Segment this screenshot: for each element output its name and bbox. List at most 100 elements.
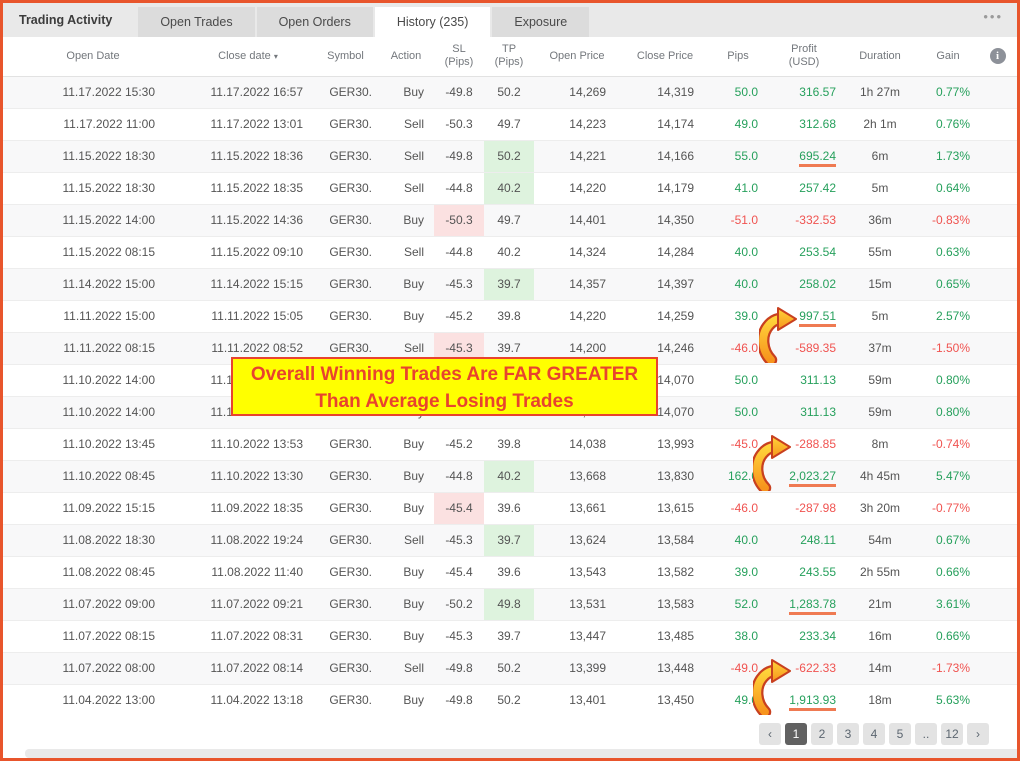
- info-icon[interactable]: i: [990, 48, 1006, 64]
- cell-open-price: 14,221: [534, 140, 620, 172]
- cell-action: Sell: [378, 108, 434, 140]
- cell-spacer: [978, 524, 1017, 556]
- cell-gain: 0.64%: [918, 172, 978, 204]
- cell-spacer: [978, 236, 1017, 268]
- table-row[interactable]: 11.10.2022 08:4511.10.2022 13:30GER30.Bu…: [3, 460, 1017, 492]
- tab-open-orders[interactable]: Open Orders: [257, 7, 373, 37]
- cell-symbol: GER30.: [313, 428, 378, 460]
- pagination-next-button[interactable]: ›: [967, 723, 989, 745]
- table-row[interactable]: 11.10.2022 13:4511.10.2022 13:53GER30.Bu…: [3, 428, 1017, 460]
- cell-pips: -46.0: [710, 332, 766, 364]
- cell-close-price: 14,397: [620, 268, 710, 300]
- cell-open-date: 11.15.2022 08:15: [3, 236, 183, 268]
- table-row[interactable]: 11.08.2022 08:4511.08.2022 11:40GER30.Bu…: [3, 556, 1017, 588]
- col-header-symbol[interactable]: Symbol: [313, 37, 378, 76]
- col-header-close-date[interactable]: Close date ▾: [183, 37, 313, 76]
- cell-spacer: [978, 108, 1017, 140]
- pagination-prev-button[interactable]: ‹: [759, 723, 781, 745]
- col-header-sl[interactable]: SL(Pips): [434, 37, 484, 76]
- cell-sl-pips: -44.8: [434, 172, 484, 204]
- tab-exposure[interactable]: Exposure: [492, 7, 589, 37]
- table-row[interactable]: 11.17.2022 15:3011.17.2022 16:57GER30.Bu…: [3, 76, 1017, 108]
- col-header-tp[interactable]: TP(Pips): [484, 37, 534, 76]
- table-row[interactable]: 11.11.2022 15:0011.11.2022 15:05GER30.Bu…: [3, 300, 1017, 332]
- pagination-page-4[interactable]: 4: [863, 723, 885, 745]
- horizontal-scrollbar[interactable]: [25, 749, 1017, 758]
- curved-arrow-icon: [759, 305, 797, 368]
- tab-open-trades[interactable]: Open Trades: [138, 7, 254, 37]
- cell-close-date: 11.08.2022 11:40: [183, 556, 313, 588]
- cell-tp-pips: 40.2: [484, 460, 534, 492]
- cell-close-date: 11.04.2022 13:18: [183, 684, 313, 716]
- pagination-page-5[interactable]: 5: [889, 723, 911, 745]
- table-row[interactable]: 11.09.2022 15:1511.09.2022 18:35GER30.Bu…: [3, 492, 1017, 524]
- cell-close-price: 14,166: [620, 140, 710, 172]
- cell-close-date: 11.15.2022 18:36: [183, 140, 313, 172]
- pagination-page-1[interactable]: 1: [785, 723, 807, 745]
- col-header-close-price[interactable]: Close Price: [620, 37, 710, 76]
- cell-sl-pips: -45.3: [434, 524, 484, 556]
- cell-spacer: [978, 396, 1017, 428]
- col-header-pips[interactable]: Pips: [710, 37, 766, 76]
- cell-sl-pips: -45.4: [434, 492, 484, 524]
- cell-duration: 4h 45m: [842, 460, 918, 492]
- table-row[interactable]: 11.07.2022 08:1511.07.2022 08:31GER30.Bu…: [3, 620, 1017, 652]
- cell-open-price: 14,220: [534, 172, 620, 204]
- ellipsis-menu-icon[interactable]: •••: [983, 9, 1003, 24]
- cell-duration: 18m: [842, 684, 918, 716]
- cell-profit: 243.55: [766, 556, 842, 588]
- table-row[interactable]: 11.15.2022 14:0011.15.2022 14:36GER30.Bu…: [3, 204, 1017, 236]
- cell-close-price: 13,993: [620, 428, 710, 460]
- cell-symbol: GER30.: [313, 588, 378, 620]
- cell-open-date: 11.08.2022 18:30: [3, 524, 183, 556]
- table-row[interactable]: 11.07.2022 08:0011.07.2022 08:14GER30.Se…: [3, 652, 1017, 684]
- cell-pips: 52.0: [710, 588, 766, 620]
- pagination-page-3[interactable]: 3: [837, 723, 859, 745]
- col-header-open-date[interactable]: Open Date: [3, 37, 183, 76]
- table-row[interactable]: 11.08.2022 18:3011.08.2022 19:24GER30.Se…: [3, 524, 1017, 556]
- cell-sl-pips: -49.8: [434, 140, 484, 172]
- cell-duration: 3h 20m: [842, 492, 918, 524]
- cell-tp-pips: 50.2: [484, 76, 534, 108]
- cell-gain: 0.80%: [918, 364, 978, 396]
- cell-close-price: 13,583: [620, 588, 710, 620]
- cell-close-price: 13,830: [620, 460, 710, 492]
- highlighted-profit-value: 1,283.78: [789, 597, 836, 615]
- cell-close-date: 11.07.2022 09:21: [183, 588, 313, 620]
- cell-close-date: 11.15.2022 18:35: [183, 172, 313, 204]
- table-row[interactable]: 11.15.2022 18:3011.15.2022 18:35GER30.Se…: [3, 172, 1017, 204]
- table-row[interactable]: 11.14.2022 15:0011.14.2022 15:15GER30.Bu…: [3, 268, 1017, 300]
- highlighted-profit-value: 997.51: [799, 309, 836, 327]
- cell-sl-pips: -49.8: [434, 684, 484, 716]
- pagination: ‹12345..12›: [3, 716, 1017, 745]
- cell-profit: 253.54: [766, 236, 842, 268]
- tab-history[interactable]: History (235): [375, 7, 491, 37]
- cell-duration: 8m: [842, 428, 918, 460]
- cell-open-date: 11.04.2022 13:00: [3, 684, 183, 716]
- pagination-page-2[interactable]: 2: [811, 723, 833, 745]
- col-header-duration[interactable]: Duration: [842, 37, 918, 76]
- table-row[interactable]: 11.04.2022 13:0011.04.2022 13:18GER30.Bu…: [3, 684, 1017, 716]
- col-header-action[interactable]: Action: [378, 37, 434, 76]
- col-header-open-price[interactable]: Open Price: [534, 37, 620, 76]
- table-row[interactable]: 11.17.2022 11:0011.17.2022 13:01GER30.Se…: [3, 108, 1017, 140]
- cell-open-price: 13,668: [534, 460, 620, 492]
- cell-symbol: GER30.: [313, 460, 378, 492]
- table-row[interactable]: 11.15.2022 18:3011.15.2022 18:36GER30.Se…: [3, 140, 1017, 172]
- cell-tp-pips: 39.8: [484, 300, 534, 332]
- table-row[interactable]: 11.07.2022 09:0011.07.2022 09:21GER30.Bu…: [3, 588, 1017, 620]
- table-row[interactable]: 11.15.2022 08:1511.15.2022 09:10GER30.Se…: [3, 236, 1017, 268]
- cell-close-price: 13,450: [620, 684, 710, 716]
- col-header-gain[interactable]: Gain: [918, 37, 978, 76]
- pagination-page-12[interactable]: 12: [941, 723, 963, 745]
- cell-spacer: [978, 684, 1017, 716]
- cell-close-date: 11.15.2022 14:36: [183, 204, 313, 236]
- cell-tp-pips: 49.8: [484, 588, 534, 620]
- col-header-profit[interactable]: Profit(USD): [766, 37, 842, 76]
- cell-symbol: GER30.: [313, 108, 378, 140]
- cell-action: Sell: [378, 524, 434, 556]
- pagination-ellipsis[interactable]: ..: [915, 723, 937, 745]
- cell-gain: 0.76%: [918, 108, 978, 140]
- cell-profit: -332.53: [766, 204, 842, 236]
- cell-action: Buy: [378, 620, 434, 652]
